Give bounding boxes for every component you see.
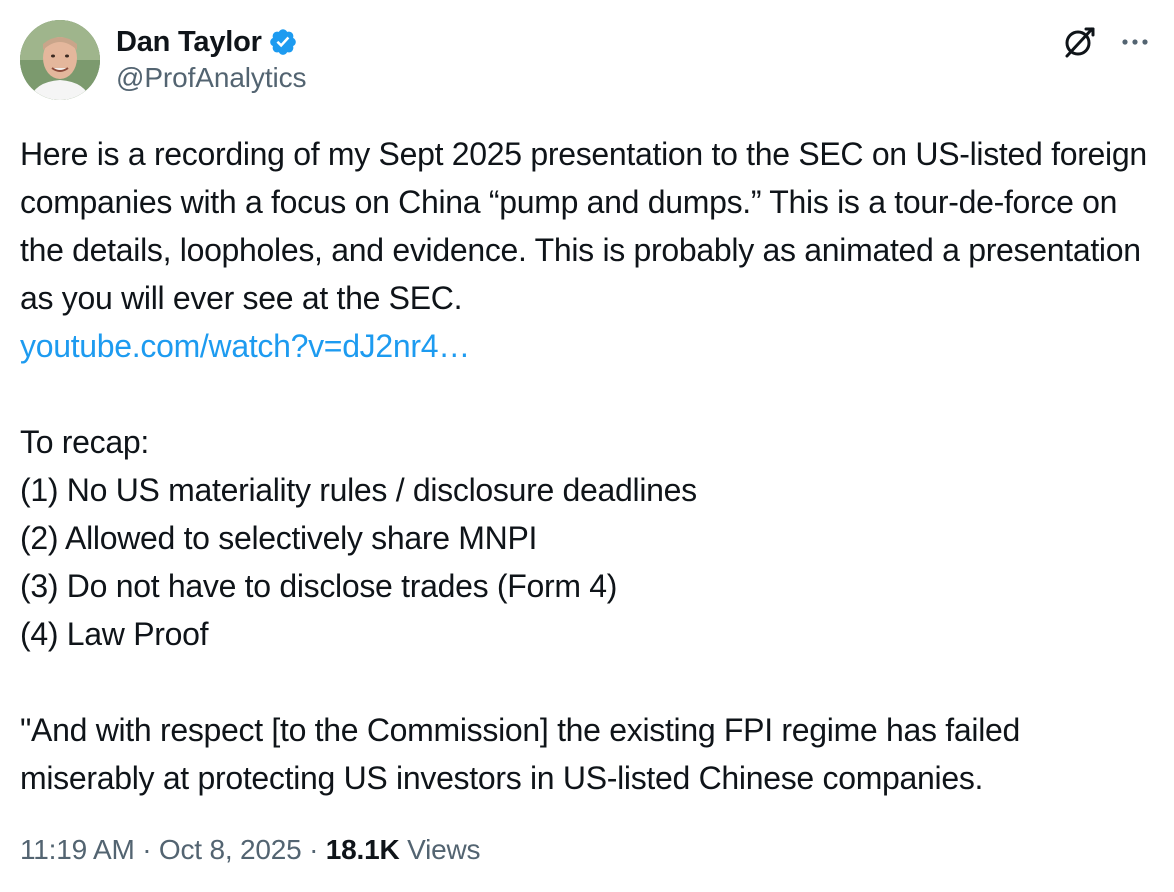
tweet-text: Here is a recording of my Sept 2025 pres… [20,130,1160,802]
author-display-name[interactable]: Dan Taylor [116,26,262,59]
tweet-time[interactable]: 11:19 AM [20,834,135,865]
avatar[interactable] [20,20,100,100]
quote-paragraph: "And with respect [to the Commission] th… [20,712,1020,796]
meta-separator: · [301,834,326,865]
more-icon[interactable] [1118,25,1152,59]
author-handle[interactable]: @ProfAnalytics [116,62,307,94]
tweet: Dan Taylor @ProfAnalytics Here is a reco… [0,0,1174,892]
recap-item-2: (2) Allowed to selectively share MNPI [20,520,538,556]
author-name-row[interactable]: Dan Taylor [116,22,298,62]
recap-item-1: (1) No US materiality rules / disclosure… [20,472,697,508]
grok-icon[interactable] [1062,25,1096,59]
tweet-paragraph: Here is a recording of my Sept 2025 pres… [20,136,1147,316]
views-label: Views [407,834,481,865]
views-count: 18.1K [325,834,400,865]
recap-item-3: (3) Do not have to disclose trades (Form… [20,568,618,604]
meta-separator: · [134,834,159,865]
tweet-meta: 11:19 AM · Oct 8, 2025 · 18.1K Views [20,834,480,866]
tweet-actions-top [1062,22,1152,62]
youtube-link[interactable]: youtube.com/watch?v=dJ2nr4… [20,322,1160,370]
recap-title: To recap: [20,424,149,460]
verified-badge-icon [268,27,298,57]
recap-item-4: (4) Law Proof [20,616,209,652]
avatar-image [20,20,100,100]
tweet-date[interactable]: Oct 8, 2025 [159,834,302,865]
